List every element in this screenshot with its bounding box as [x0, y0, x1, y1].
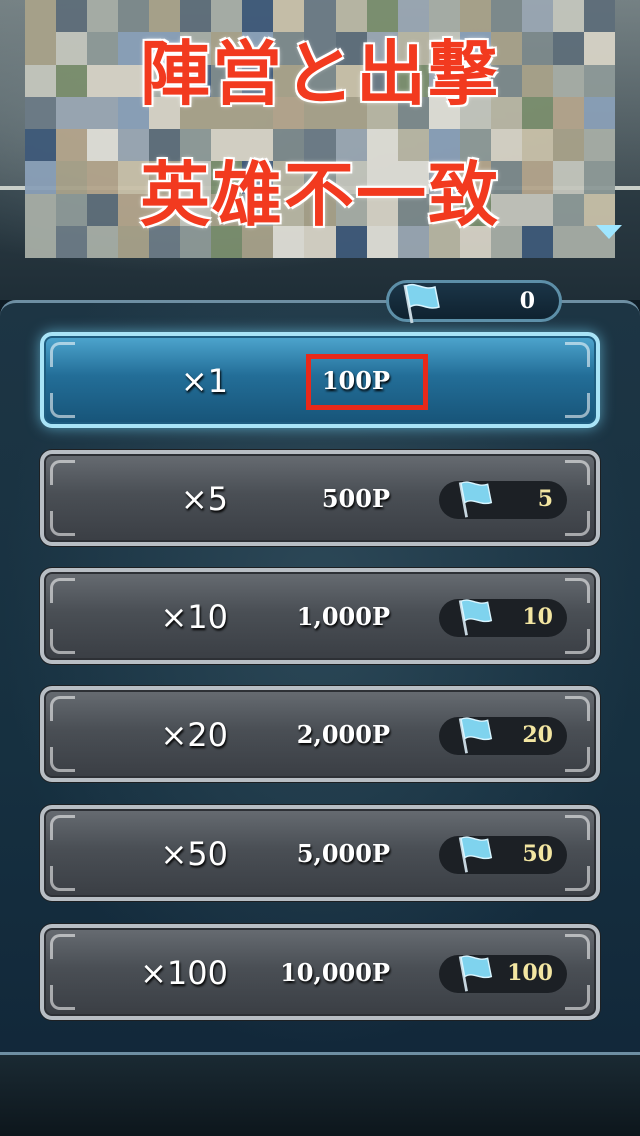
- flag-reward-count: 50: [522, 841, 553, 867]
- corner-ornament: [50, 866, 75, 891]
- flag-reward-pill: 10: [439, 599, 567, 637]
- flag-icon: [458, 481, 493, 518]
- mosaic-tile: [335, 0, 367, 33]
- flag-icon: [458, 717, 493, 754]
- mosaic-tile: [552, 0, 584, 33]
- purchase-option-x5[interactable]: ×5 500P 5: [40, 450, 600, 546]
- flag-counter: 0: [386, 280, 562, 324]
- corner-ornament: [565, 934, 590, 959]
- purchase-option-x20[interactable]: ×20 2,000P 20: [40, 686, 600, 782]
- mosaic-tile: [366, 0, 398, 33]
- corner-ornament: [565, 578, 590, 603]
- overlay-title-line1: 陣営と出撃: [140, 33, 500, 115]
- option-price: 10,000P: [280, 958, 390, 987]
- corner-ornament: [565, 866, 590, 891]
- red-highlight-box: [306, 354, 428, 410]
- option-price: 2,000P: [296, 720, 390, 749]
- corner-ornament: [50, 511, 75, 536]
- corner-ornament: [50, 815, 75, 840]
- mosaic-tile: [490, 0, 522, 33]
- mosaic-tile: [521, 0, 553, 33]
- flag-icon: [458, 955, 493, 992]
- corner-ornament: [50, 747, 75, 772]
- mosaic-tile: [211, 0, 243, 33]
- flag-reward-pill: 5: [439, 481, 567, 519]
- corner-ornament: [50, 342, 75, 367]
- flag-reward-pill: 20: [439, 717, 567, 755]
- mosaic-tile: [25, 0, 57, 33]
- purchase-option-x1[interactable]: ×1 100P: [40, 332, 600, 428]
- option-multiplier: ×50: [160, 835, 228, 873]
- corner-ornament: [50, 934, 75, 959]
- flag-reward-count: 100: [507, 960, 553, 986]
- option-multiplier: ×1: [180, 362, 228, 400]
- flag-reward-count: 10: [522, 604, 553, 630]
- mosaic-tile: [583, 0, 615, 33]
- flag-counter-value: 0: [519, 288, 535, 314]
- corner-ornament: [565, 815, 590, 840]
- corner-ornament: [50, 985, 75, 1010]
- option-multiplier: ×10: [160, 598, 228, 636]
- flag-reward-count: 5: [537, 486, 553, 512]
- corner-ornament: [565, 393, 590, 418]
- corner-ornament: [50, 629, 75, 654]
- flag-icon: [458, 836, 493, 873]
- mosaic-tile: [118, 0, 150, 33]
- corner-ornament: [565, 460, 590, 485]
- mosaic-tile: [87, 0, 119, 33]
- mosaic-tile: [459, 0, 491, 33]
- mosaic-tile: [304, 0, 336, 33]
- mosaic-tile: [273, 0, 305, 33]
- flag-icon: [403, 283, 440, 324]
- purchase-option-x100[interactable]: ×100 10,000P 100: [40, 924, 600, 1020]
- corner-ornament: [50, 460, 75, 485]
- bottom-strip: [0, 1055, 640, 1136]
- corner-ornament: [565, 985, 590, 1010]
- mosaic-tile: [149, 0, 181, 33]
- flag-icon: [458, 599, 493, 636]
- flag-reward-pill: 50: [439, 836, 567, 874]
- mosaic-tile: [180, 0, 212, 33]
- option-multiplier: ×20: [160, 716, 228, 754]
- purchase-option-x50[interactable]: ×50 5,000P 50: [40, 805, 600, 901]
- flag-reward-count: 20: [522, 722, 553, 748]
- corner-ornament: [50, 696, 75, 721]
- option-price: 1,000P: [296, 602, 390, 631]
- corner-ornament: [565, 342, 590, 367]
- corner-ornament: [565, 747, 590, 772]
- option-multiplier: ×5: [180, 480, 228, 518]
- mosaic-tile: [242, 0, 274, 33]
- flag-reward-pill: 100: [439, 955, 567, 993]
- option-price: 5,000P: [296, 839, 390, 868]
- option-multiplier: ×100: [140, 954, 228, 992]
- mosaic-tile: [56, 0, 88, 33]
- mosaic-tile: [428, 0, 460, 33]
- overlay-title-line2: 英雄不一致: [140, 154, 500, 236]
- purchase-option-x10[interactable]: ×10 1,000P 10: [40, 568, 600, 664]
- corner-ornament: [565, 696, 590, 721]
- option-price: 500P: [321, 484, 390, 513]
- mosaic-tile: [397, 0, 429, 33]
- corner-ornament: [50, 393, 75, 418]
- corner-ornament: [50, 578, 75, 603]
- corner-ornament: [565, 511, 590, 536]
- corner-ornament: [565, 629, 590, 654]
